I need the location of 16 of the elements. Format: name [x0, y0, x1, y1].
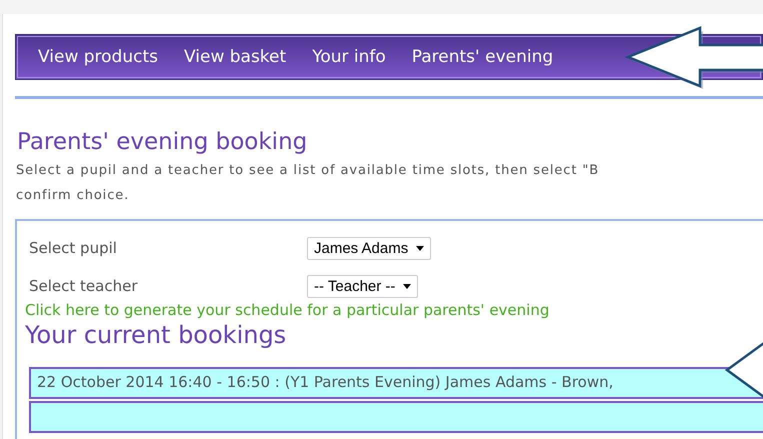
- caret-icon: [403, 284, 412, 288]
- instructions-text: confirm choice.: [16, 188, 130, 203]
- instructions-text: Select a pupil and a teacher to see a list of available time slots, then select "B: [16, 163, 600, 178]
- nav-link[interactable]: Your info: [312, 47, 386, 67]
- dropdown[interactable]: -- Teacher --: [307, 274, 418, 298]
- field-label: Select pupil: [29, 239, 118, 257]
- page-title: Parents' evening booking: [17, 129, 308, 155]
- caret-icon: [416, 246, 424, 250]
- nav-link[interactable]: View products: [38, 47, 158, 67]
- booking-row[interactable]: 22 October 2014 16:40 - 16:50 : (Y1 Parents Evening) James Adams - Brown,: [29, 367, 763, 399]
- field-label: Select teacher: [29, 277, 138, 295]
- nav-link[interactable]: View basket: [184, 47, 286, 67]
- section-title: Your current bookings: [25, 321, 288, 349]
- dropdown[interactable]: James Adams: [307, 236, 432, 260]
- nav-link[interactable]: Parents' evening: [412, 47, 554, 67]
- booking-row[interactable]: [29, 401, 763, 433]
